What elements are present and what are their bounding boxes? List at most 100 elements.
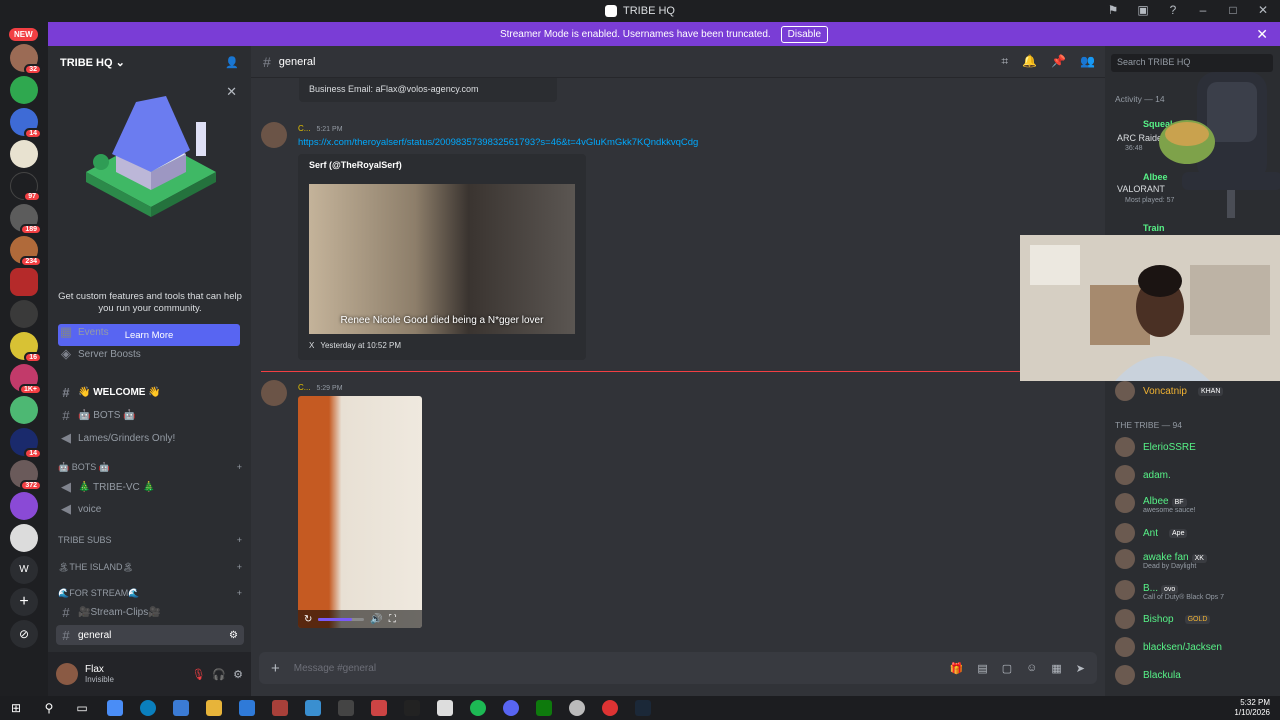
- screen-icon[interactable]: ▣: [1136, 3, 1150, 17]
- send-icon[interactable]: ➤: [1076, 662, 1085, 675]
- channel-tribe-vc[interactable]: ◀ 🎄 TRIBE-VC 🎄: [56, 477, 244, 497]
- plus-icon[interactable]: +: [237, 462, 242, 473]
- channel-general[interactable]: # general ⚙: [56, 625, 244, 645]
- app-icon[interactable]: [305, 700, 321, 716]
- fullscreen-icon[interactable]: ⛶: [389, 614, 396, 625]
- volume-icon[interactable]: 🔊: [370, 614, 382, 625]
- message-composer[interactable]: + Message #general 🎁 ▤ ▢ ☺ ▦ ➤: [259, 652, 1097, 684]
- explore-icon[interactable]: ⊘: [10, 620, 38, 648]
- guild-icon[interactable]: [10, 396, 38, 424]
- member-item[interactable]: Albee BF awesome sauce!: [1115, 492, 1196, 514]
- task-view-icon[interactable]: ▭: [74, 700, 90, 716]
- taskbar-clock[interactable]: 5:32 PM 1/10/2026: [1234, 698, 1270, 718]
- member-item[interactable]: adam.: [1115, 464, 1171, 486]
- member-item[interactable]: B... ovo Call of Duty® Black Ops 7: [1115, 579, 1224, 601]
- app-icon[interactable]: [371, 700, 387, 716]
- channel-welcome[interactable]: # 👋 WELCOME 👋: [56, 382, 244, 402]
- message-author[interactable]: C... 5:29 PM: [298, 383, 343, 392]
- plus-icon[interactable]: +: [237, 562, 242, 573]
- app-icon[interactable]: [569, 700, 585, 716]
- app-discord-icon[interactable]: [503, 700, 519, 716]
- guild-icon[interactable]: [10, 140, 38, 168]
- member-item[interactable]: Blackula: [1115, 664, 1181, 686]
- close-icon[interactable]: ✕: [1256, 26, 1268, 43]
- threads-icon[interactable]: ⌗: [1001, 54, 1008, 69]
- mute-icon[interactable]: 🎙: [191, 668, 205, 681]
- app-icon[interactable]: [272, 700, 288, 716]
- inbox-icon[interactable]: ⚑: [1106, 3, 1120, 17]
- guild-icon[interactable]: 14: [10, 428, 42, 459]
- guild-icon[interactable]: 372: [10, 460, 42, 491]
- gift-icon[interactable]: 🎁: [950, 662, 964, 675]
- add-member-icon[interactable]: 👤: [225, 56, 239, 69]
- guild-icon[interactable]: 234: [10, 236, 42, 267]
- replay-icon[interactable]: ↻: [304, 614, 312, 625]
- emoji-icon[interactable]: ☺: [1026, 662, 1037, 675]
- minimize-icon[interactable]: –: [1196, 3, 1210, 17]
- channel-lames[interactable]: ◀ Lames/Grinders Only!: [56, 428, 244, 448]
- app-xbox-icon[interactable]: [536, 700, 552, 716]
- channel-bots[interactable]: # 🤖 BOTS 🤖: [56, 405, 244, 425]
- member-item[interactable]: awake fan XK Dead by Daylight: [1115, 548, 1207, 570]
- settings-icon[interactable]: ⚙: [229, 630, 238, 641]
- settings-icon[interactable]: ⚙: [233, 668, 243, 681]
- guild-icon[interactable]: [10, 268, 38, 296]
- member-item[interactable]: blacksen/Jacksen: [1115, 636, 1222, 658]
- plus-icon[interactable]: +: [237, 535, 242, 545]
- app-store-icon[interactable]: [173, 700, 189, 716]
- maximize-icon[interactable]: □: [1226, 3, 1240, 17]
- attach-icon[interactable]: +: [271, 660, 280, 677]
- video-progress[interactable]: [318, 617, 365, 621]
- app-copilot-icon[interactable]: [107, 700, 123, 716]
- guild-icon[interactable]: 1K+: [10, 364, 42, 395]
- guild-icon[interactable]: W: [10, 556, 38, 584]
- app-steam-icon[interactable]: [635, 700, 651, 716]
- guild-icon[interactable]: [10, 524, 38, 552]
- member-item[interactable]: ElerioSSRE: [1115, 436, 1196, 458]
- apps-icon[interactable]: ▦: [1051, 662, 1061, 675]
- sticker-icon[interactable]: ▢: [1002, 662, 1012, 675]
- help-icon[interactable]: ?: [1166, 3, 1180, 17]
- deafen-icon[interactable]: 🎧: [212, 668, 226, 681]
- avatar[interactable]: [261, 380, 287, 406]
- server-header[interactable]: TRIBE HQ ⌄ 👤: [48, 46, 251, 78]
- member-item[interactable]: Ant Ape: [1115, 522, 1188, 544]
- guild-icon[interactable]: [10, 76, 38, 104]
- category-island[interactable]: 🏝THE ISLAND🏝 +: [58, 562, 242, 573]
- guild-icon[interactable]: 32: [10, 44, 42, 75]
- guild-icon[interactable]: 14: [10, 108, 42, 139]
- guild-icon[interactable]: 97: [10, 172, 41, 202]
- activity-name[interactable]: Train: [1143, 223, 1165, 233]
- category-bots[interactable]: 🤖 BOTS 🤖 +: [58, 462, 242, 473]
- search-input[interactable]: Search TRIBE HQ: [1111, 54, 1273, 72]
- embed-author[interactable]: Serf (@TheRoyalSerf): [309, 160, 402, 170]
- category-subs[interactable]: TRIBE SUBS +: [58, 535, 242, 545]
- avatar[interactable]: [261, 122, 287, 148]
- close-window-icon[interactable]: ✕: [1256, 3, 1270, 17]
- message-link[interactable]: https://x.com/theroyalserf/status/200983…: [298, 137, 698, 148]
- app-icon[interactable]: [602, 700, 618, 716]
- app-icon[interactable]: [338, 700, 354, 716]
- guild-icon[interactable]: [10, 492, 38, 520]
- close-icon[interactable]: ✕: [226, 84, 237, 100]
- embed-image[interactable]: Renee Nicole Good died being a N*gger lo…: [309, 184, 575, 334]
- app-mail-icon[interactable]: [239, 700, 255, 716]
- message-author[interactable]: C... 5:21 PM: [298, 124, 343, 133]
- channel-server-boosts[interactable]: ◈ Server Boosts: [56, 344, 244, 364]
- video-attachment[interactable]: ↻ 🔊 ⛶: [298, 396, 422, 628]
- plus-icon[interactable]: +: [237, 588, 242, 599]
- pin-icon[interactable]: 📌: [1051, 54, 1066, 69]
- members-icon[interactable]: 👥: [1080, 54, 1095, 69]
- gif-icon[interactable]: ▤: [977, 662, 987, 675]
- guild-icon[interactable]: [10, 300, 38, 328]
- member-item[interactable]: Voncatnip KHAN: [1115, 380, 1224, 402]
- channel-stream-clips[interactable]: # 🎥Stream-Clips🎥: [56, 602, 244, 622]
- disable-button[interactable]: Disable: [780, 25, 829, 43]
- app-spotify-icon[interactable]: [470, 700, 486, 716]
- bell-icon[interactable]: 🔔: [1022, 54, 1037, 69]
- search-icon[interactable]: ⚲: [41, 700, 57, 716]
- app-icon[interactable]: [404, 700, 420, 716]
- guild-icon[interactable]: 189: [10, 204, 42, 235]
- app-edge-icon[interactable]: [140, 700, 156, 716]
- app-explorer-icon[interactable]: [206, 700, 222, 716]
